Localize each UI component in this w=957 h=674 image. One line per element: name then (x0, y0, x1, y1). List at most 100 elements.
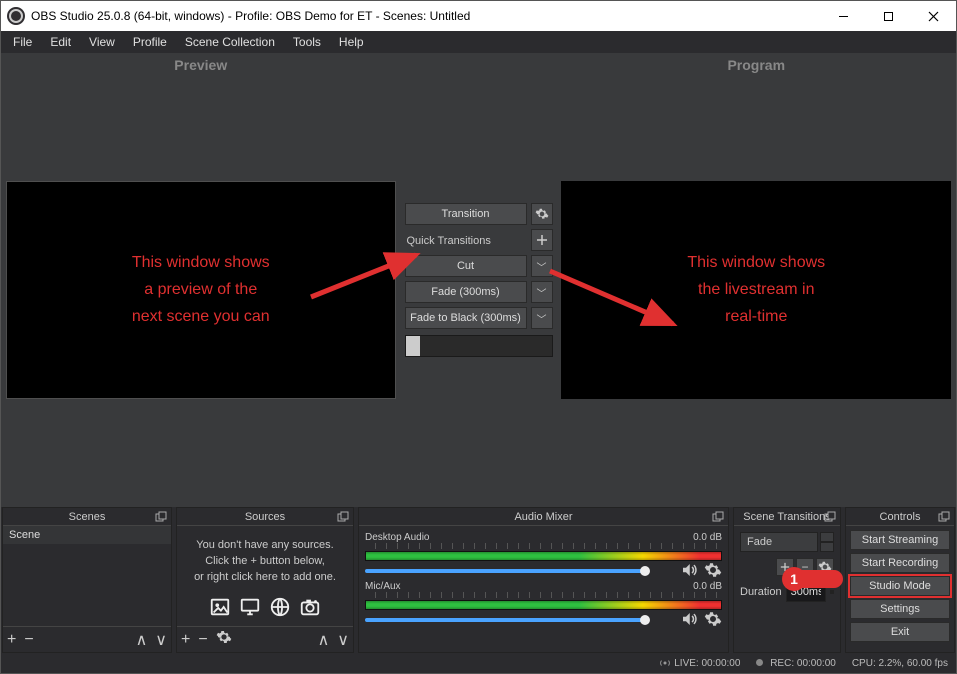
speaker-icon[interactable] (680, 610, 698, 628)
duration-input[interactable] (786, 582, 826, 602)
gear-icon (216, 629, 232, 645)
maximize-button[interactable] (866, 1, 911, 31)
studio-mode-button[interactable]: Studio Mode (850, 576, 950, 596)
mixer-track-db: 0.0 dB (693, 581, 722, 592)
mixer-meter (365, 600, 722, 610)
tbar-slider[interactable] (405, 335, 553, 357)
chevron-down-icon: ﹀ (537, 259, 547, 274)
transition-settings-button[interactable] (531, 203, 553, 225)
source-up-button[interactable]: ∧ (318, 630, 330, 650)
sources-title: Sources (245, 511, 285, 523)
mixer-track-name: Mic/Aux (365, 581, 401, 592)
source-properties-button[interactable] (216, 629, 232, 650)
scenes-popout-button[interactable] (155, 511, 167, 523)
scene-item[interactable]: Scene (3, 526, 171, 544)
transition-select-down[interactable] (820, 542, 834, 552)
scene-transitions-popout[interactable] (824, 511, 836, 523)
mixer-meter (365, 551, 722, 561)
start-streaming-button[interactable]: Start Streaming (850, 530, 950, 550)
popout-icon (824, 511, 836, 523)
status-rec: REC: 00:00:00 (756, 658, 835, 669)
annotation-program-text: This window shows the livestream in real… (616, 249, 896, 331)
menu-edit[interactable]: Edit (42, 33, 79, 51)
settings-button[interactable]: Settings (850, 599, 950, 619)
source-down-button[interactable]: ∨ (337, 630, 349, 650)
remove-source-button[interactable]: − (198, 631, 207, 649)
mixer-track-desktop: Desktop Audio 0.0 dB (365, 532, 722, 579)
exit-button[interactable]: Exit (850, 622, 950, 642)
menu-view[interactable]: View (81, 33, 123, 51)
image-icon (209, 596, 231, 618)
transition-button[interactable]: Transition (405, 203, 527, 225)
gear-icon (818, 560, 832, 574)
window-title: OBS Studio 25.0.8 (64-bit, windows) - Pr… (31, 9, 821, 23)
gear-icon[interactable] (704, 561, 722, 579)
duration-down[interactable] (830, 592, 834, 594)
qt-cut[interactable]: Cut (405, 255, 527, 277)
mixer-volume-slider[interactable] (365, 563, 674, 577)
duration-label: Duration (740, 586, 782, 598)
remove-scene-button[interactable]: − (24, 631, 33, 649)
transition-select[interactable]: Fade (740, 532, 818, 552)
preview-canvas[interactable]: This window shows a preview of the next … (6, 181, 396, 399)
mixer-scale (365, 543, 722, 551)
plus-icon (536, 234, 548, 246)
mixer-volume-slider[interactable] (365, 612, 674, 626)
popout-icon (938, 511, 950, 523)
menu-profile[interactable]: Profile (125, 33, 175, 51)
add-scene-button[interactable]: + (7, 631, 16, 649)
scene-up-button[interactable]: ∧ (136, 630, 148, 650)
add-transition-button[interactable] (776, 558, 794, 576)
sources-list[interactable]: You don't have any sources. Click the + … (177, 526, 353, 626)
sources-empty-l2: Click the + button below, (187, 554, 343, 570)
record-dot-icon (756, 659, 763, 666)
sources-popout-button[interactable] (337, 511, 349, 523)
transition-props-button[interactable] (816, 558, 834, 576)
program-column: Program This window shows the livestream… (557, 53, 957, 507)
minimize-button[interactable] (821, 1, 866, 31)
qt-fade-dropdown[interactable]: ﹀ (531, 281, 553, 303)
menu-file[interactable]: File (5, 33, 40, 51)
qt-fade-black-dropdown[interactable]: ﹀ (531, 307, 553, 329)
scenes-list[interactable]: Scene (3, 526, 171, 626)
camera-icon (299, 596, 321, 618)
scene-transitions-panel: Scene Transitions Fade (733, 507, 841, 653)
speaker-icon[interactable] (680, 561, 698, 579)
monitor-icon (239, 596, 261, 618)
studio-area: Preview This window shows a preview of t… (1, 53, 956, 507)
mixer-track-db: 0.0 dB (693, 532, 722, 543)
tbar-handle[interactable] (406, 336, 420, 356)
sources-empty-l1: You don't have any sources. (187, 538, 343, 554)
scene-down-button[interactable]: ∨ (155, 630, 167, 650)
start-recording-button[interactable]: Start Recording (850, 553, 950, 573)
controls-panel: Controls Start Streaming Start Recording… (845, 507, 955, 653)
remove-transition-button[interactable]: − (796, 558, 814, 576)
qt-cut-dropdown[interactable]: ﹀ (531, 255, 553, 277)
preview-column: Preview This window shows a preview of t… (1, 53, 401, 507)
obs-app-icon (7, 7, 25, 25)
gear-icon[interactable] (704, 610, 722, 628)
scenes-panel: Scenes Scene + − ∧ ∨ (2, 507, 172, 653)
qt-fade[interactable]: Fade (300ms) (405, 281, 527, 303)
program-title: Program (727, 57, 785, 73)
annotation-preview-text: This window shows a preview of the next … (41, 249, 361, 331)
mixer-popout-button[interactable] (712, 511, 724, 523)
mixer-scale (365, 592, 722, 600)
qt-fade-black[interactable]: Fade to Black (300ms) (405, 307, 527, 329)
sources-panel: Sources You don't have any sources. Clic… (176, 507, 354, 653)
close-button[interactable] (911, 1, 956, 31)
scenes-title: Scenes (69, 511, 106, 523)
transition-select-up[interactable] (820, 532, 834, 542)
controls-title: Controls (880, 511, 921, 523)
menu-help[interactable]: Help (331, 33, 372, 51)
add-source-button[interactable]: + (181, 631, 190, 649)
menu-scene-collection[interactable]: Scene Collection (177, 33, 283, 51)
mixer-track-name: Desktop Audio (365, 532, 430, 543)
quick-transitions-label: Quick Transitions (405, 233, 527, 247)
statusbar: LIVE: 00:00:00 REC: 00:00:00 CPU: 2.2%, … (1, 653, 956, 673)
app-window: OBS Studio 25.0.8 (64-bit, windows) - Pr… (0, 0, 957, 674)
add-quick-transition-button[interactable] (531, 229, 553, 251)
controls-popout[interactable] (938, 511, 950, 523)
menu-tools[interactable]: Tools (285, 33, 329, 51)
broadcast-icon (659, 659, 671, 667)
